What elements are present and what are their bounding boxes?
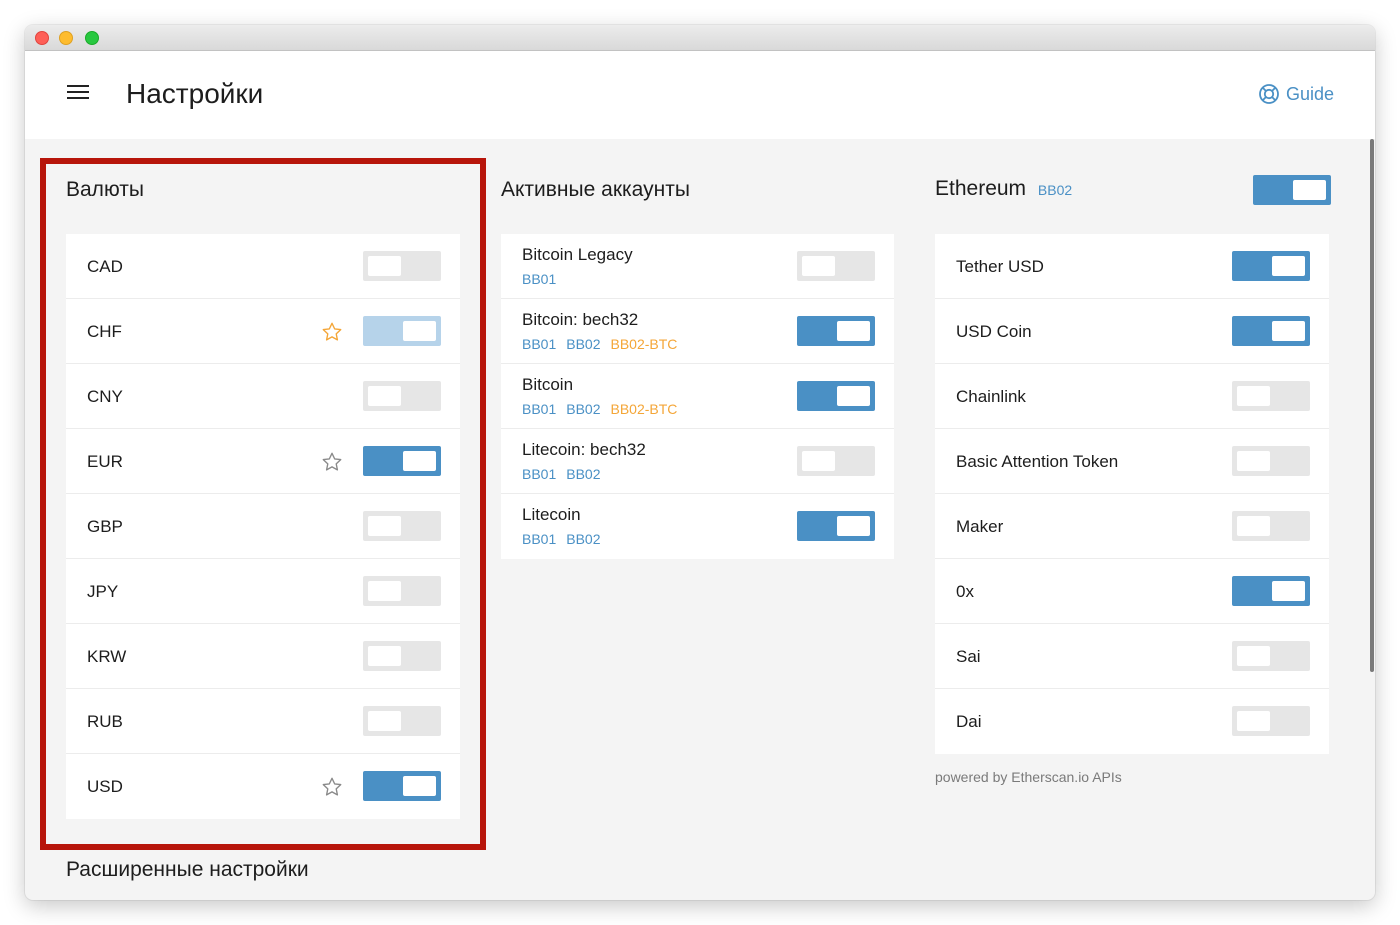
token-toggle[interactable]	[1232, 641, 1310, 671]
token-row: USD Coin	[935, 299, 1329, 364]
token-toggle[interactable]	[1232, 316, 1310, 346]
lifebuoy-icon	[1259, 84, 1279, 104]
ethereum-title: Ethereum BB02	[935, 177, 1082, 201]
device-tag: BB02	[566, 466, 601, 482]
account-toggle[interactable]	[797, 316, 875, 346]
token-name: 0x	[956, 582, 974, 601]
token-name: USD Coin	[956, 322, 1032, 341]
token-name: Basic Attention Token	[956, 452, 1119, 471]
device-tag: BB02	[566, 531, 601, 547]
guide-label: Guide	[1285, 83, 1334, 104]
token-row: Dai	[935, 689, 1329, 754]
accounts-list: Bitcoin Legacy BB01 Bitcoin: bech32 BB01 BB0…	[501, 234, 894, 559]
account-row: Bitcoin Legacy BB01	[501, 234, 894, 299]
maximize-window-button[interactable]	[85, 31, 99, 45]
device-tag: BB02	[566, 401, 601, 417]
ethereum-toggle[interactable]	[1253, 175, 1331, 205]
scrollbar[interactable]	[1368, 139, 1375, 672]
account-row: Litecoin: bech32 BB01 BB02	[501, 429, 894, 494]
account-row: Litecoin BB01 BB02	[501, 494, 894, 559]
token-toggle[interactable]	[1232, 381, 1310, 411]
token-toggle[interactable]	[1232, 446, 1310, 476]
title-bar	[25, 25, 1375, 51]
token-row: Chainlink	[935, 364, 1329, 429]
accounts-title: Активные аккаунты	[501, 178, 690, 201]
settings-content: Валюты CAD CHF CNY EUR GBP JPY KRW RUB USD Актив…	[25, 139, 1375, 900]
powered-by-text: powered by Etherscan.io APIs	[935, 769, 1122, 785]
page-title: Настройки	[126, 78, 264, 109]
account-name: Bitcoin Legacy	[522, 245, 633, 264]
device-tag: BB01	[522, 271, 557, 287]
token-row: Maker	[935, 494, 1329, 559]
close-window-button[interactable]	[35, 31, 49, 45]
device-tag: BB01	[522, 466, 557, 482]
account-device-tags: BB01 BB02	[522, 531, 611, 547]
hamburger-icon[interactable]	[67, 83, 89, 101]
account-device-tags: BB01 BB02	[522, 466, 611, 482]
token-name: Tether USD	[956, 257, 1044, 276]
ethereum-tokens-list: Tether USD USD Coin Chainlink Basic Attenti…	[935, 234, 1329, 754]
currencies-highlight-frame	[40, 158, 486, 850]
account-name: Bitcoin	[522, 375, 574, 394]
token-name: Dai	[956, 712, 982, 731]
device-tag: BB02	[566, 336, 601, 352]
account-name: Bitcoin: bech32	[522, 310, 639, 329]
token-toggle[interactable]	[1232, 706, 1310, 736]
account-name: Litecoin: bech32	[522, 440, 646, 459]
token-toggle[interactable]	[1232, 576, 1310, 606]
account-row: Bitcoin: bech32 BB01 BB02 BB02-BTC	[501, 299, 894, 364]
minimize-window-button[interactable]	[59, 31, 73, 45]
device-tag-orange: BB02-BTC	[610, 336, 678, 352]
token-toggle[interactable]	[1232, 511, 1310, 541]
ethereum-device-tag: BB02	[1037, 182, 1073, 198]
ethereum-title-label: Ethereum	[935, 177, 1027, 200]
advanced-settings-title: Расширенные настройки	[66, 858, 309, 881]
token-toggle[interactable]	[1232, 251, 1310, 281]
account-toggle[interactable]	[797, 511, 875, 541]
account-name: Litecoin	[522, 505, 581, 524]
token-row: Basic Attention Token	[935, 429, 1329, 494]
token-name: Sai	[956, 647, 981, 666]
token-name: Maker	[956, 517, 1004, 536]
token-name: Chainlink	[956, 387, 1026, 406]
account-row: Bitcoin BB01 BB02 BB02-BTC	[501, 364, 894, 429]
account-toggle[interactable]	[797, 381, 875, 411]
account-device-tags: BB01 BB02 BB02-BTC	[522, 336, 687, 352]
token-row: 0x	[935, 559, 1329, 624]
account-device-tags: BB01 BB02 BB02-BTC	[522, 401, 687, 417]
device-tag: BB01	[522, 401, 557, 417]
device-tag: BB01	[522, 336, 557, 352]
token-row: Sai	[935, 624, 1329, 689]
account-toggle[interactable]	[797, 251, 875, 281]
page-header: Настройки Guide	[25, 51, 1375, 139]
account-device-tags: BB01	[522, 271, 566, 287]
device-tag-orange: BB02-BTC	[610, 401, 678, 417]
device-tag: BB01	[522, 531, 557, 547]
account-toggle[interactable]	[797, 446, 875, 476]
token-row: Tether USD	[935, 234, 1329, 299]
app-window: Настройки Guide Валюты CAD CHF CNY EUR GBP JP…	[25, 25, 1375, 900]
guide-button[interactable]: Guide	[1258, 83, 1334, 105]
